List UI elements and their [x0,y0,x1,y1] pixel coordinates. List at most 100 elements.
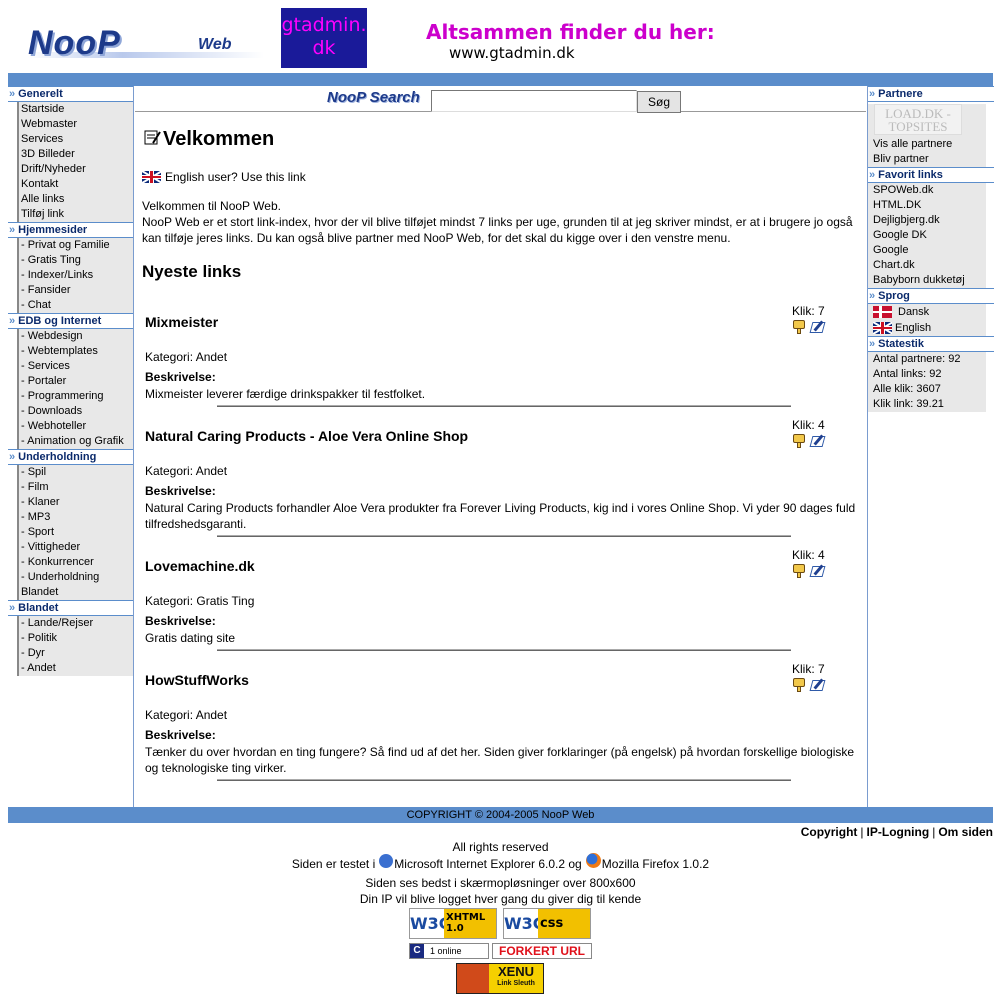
menu-item[interactable]: Webmaster [19,117,133,132]
menu-item[interactable]: - Webhoteller [19,419,133,434]
link-name[interactable]: Natural Caring Products - Aloe Vera Onli… [145,428,468,444]
menu-item[interactable]: - Fansider [19,283,133,298]
wrong-url-badge[interactable]: FORKERT URL [492,943,592,959]
footer-link-ip-logging[interactable]: IP-Logning [867,825,930,839]
footer-link-about[interactable]: Om siden [938,825,993,839]
link-name[interactable]: Lovemachine.dk [145,558,255,574]
chevron-icon: » [869,290,876,302]
section-title: Underholdning [18,451,97,463]
link-category: Kategori: Gratis Ting [145,594,255,608]
menu-item[interactable]: - Sport [19,525,133,540]
menu-item[interactable]: Bliv partner [871,152,986,167]
menu-item[interactable]: - Gratis Ting [19,253,133,268]
description-label: Beskrivelse: [145,614,216,628]
menu-item[interactable]: - MP3 [19,510,133,525]
logo-sub-text: Web [198,36,232,53]
menu-item[interactable]: - Film [19,480,133,495]
online-counter[interactable]: C 1 online [409,943,489,959]
menu-item[interactable]: Alle links [19,192,133,207]
menu-item[interactable]: - Privat og Familie [19,238,133,253]
thumbs-down-icon[interactable] [793,434,807,448]
language-label[interactable]: Dansk [898,305,929,320]
left-sidebar: » Generelt Startside Webmaster Services 3… [8,86,134,807]
xhtml-badge[interactable]: W3C XHTML 1.0 [409,908,497,939]
thumbs-down-icon[interactable] [793,564,807,578]
menu-item[interactable]: - Dyr [19,646,133,661]
search-button[interactable]: Søg [637,91,681,113]
thumbs-down-icon[interactable] [793,678,807,692]
link-name[interactable]: Mixmeister [145,314,218,330]
ie-text: Microsoft Internet Explorer 6.0.2 og [394,856,582,871]
top-bar [8,73,993,86]
menu-item[interactable]: - Klaner [19,495,133,510]
section-title: EDB og Internet [18,315,102,327]
site-logo[interactable]: NooP Web [28,24,264,62]
ie-icon [379,853,394,868]
css-badge[interactable]: W3C css [503,908,591,939]
menu-item[interactable]: HTML.DK [871,198,986,213]
menu-item[interactable]: - Programmering [19,389,133,404]
partner-banner[interactable]: LOAD.DK - TOPSITES [874,104,962,135]
menu-item[interactable]: Chart.dk [871,258,986,273]
menu-item[interactable]: - Indexer/Links [19,268,133,283]
link-name[interactable]: HowStuffWorks [145,672,249,688]
gtadmin-banner[interactable]: gtadmin. dk [281,8,367,68]
stat-item: Klik link: 39.21 [873,398,944,410]
thumbs-down-icon[interactable] [793,320,807,334]
copyright-bar: COPYRIGHT © 2004-2005 NooP Web [8,807,993,823]
menu-item[interactable]: Services [19,132,133,147]
menu-item[interactable]: Vis alle partnere [871,137,986,152]
tested-prefix: Siden er testet i [291,856,376,871]
menu-item[interactable]: 3D Billeder [19,147,133,162]
language-label[interactable]: English [895,321,931,336]
menu-item[interactable]: - Vittigheder [19,540,133,555]
menu-item[interactable]: Tilføj link [19,207,133,222]
menu-item[interactable]: - Spil [19,465,133,480]
language-danish[interactable]: Dansk [871,304,986,320]
menu-item[interactable]: - Politik [19,631,133,646]
menu-item[interactable]: - Webtemplates [19,344,133,359]
ad-url[interactable]: www.gtadmin.dk [449,44,575,62]
stat-item: Antal links: 92 [873,368,942,380]
menu-item[interactable]: Google DK [871,228,986,243]
menu-item[interactable]: Dejligbjerg.dk [871,213,986,228]
menu-item[interactable]: Google [871,243,986,258]
search-input[interactable] [431,90,637,112]
menu-section-underholdning: » Underholdning - Spil - Film - Klaner - … [8,449,133,600]
report-icon[interactable] [809,434,826,448]
menu-item[interactable]: - Lande/Rejser [19,616,133,631]
ad-headline[interactable]: Altsammen finder du her: [426,20,715,44]
report-icon[interactable] [809,678,826,692]
menu-item[interactable]: Babyborn dukketøj [871,273,986,288]
menu-item[interactable]: - Portaler [19,374,133,389]
menu-item[interactable]: - Downloads [19,404,133,419]
menu-item[interactable]: - Webdesign [19,329,133,344]
report-icon[interactable] [809,320,826,334]
section-title: Blandet [18,602,59,614]
menu-item[interactable]: - Chat [19,298,133,313]
section-header: » Favorit links [868,167,994,183]
english-link[interactable]: English user? Use this link [165,170,306,184]
section-title: Hjemmesider [18,224,88,236]
menu-item[interactable]: - Animation og Grafik [19,434,133,449]
english-link-row[interactable]: English user? Use this link [142,170,306,184]
uk-flag-icon [873,322,892,334]
stat-item: Alle klik: 3607 [873,383,941,395]
menu-item[interactable]: Startside [19,102,133,117]
menu-item[interactable]: Drift/Nyheder [19,162,133,177]
menu-item[interactable]: - Services [19,359,133,374]
xenu-badge[interactable]: XENU Link Sleuth [456,963,544,994]
xenu-subtitle: Link Sleuth [497,980,535,987]
menu-item[interactable]: Blandet [19,585,133,600]
menu-item[interactable]: - Andet [19,661,133,676]
language-english[interactable]: English [871,320,986,336]
footer-link-copyright[interactable]: Copyright [801,825,858,839]
menu-item[interactable]: - Konkurrencer [19,555,133,570]
tested-line: Siden er testet i Microsoft Internet Exp… [0,853,1001,871]
menu-section-blandet: » Blandet - Lande/Rejser - Politik - Dyr … [8,600,133,676]
menu-item[interactable]: - Underholdning [19,570,133,585]
menu-item[interactable]: Kontakt [19,177,133,192]
menu-item[interactable]: SPOWeb.dk [871,183,986,198]
section-header: » Generelt [8,86,133,102]
report-icon[interactable] [809,564,826,578]
